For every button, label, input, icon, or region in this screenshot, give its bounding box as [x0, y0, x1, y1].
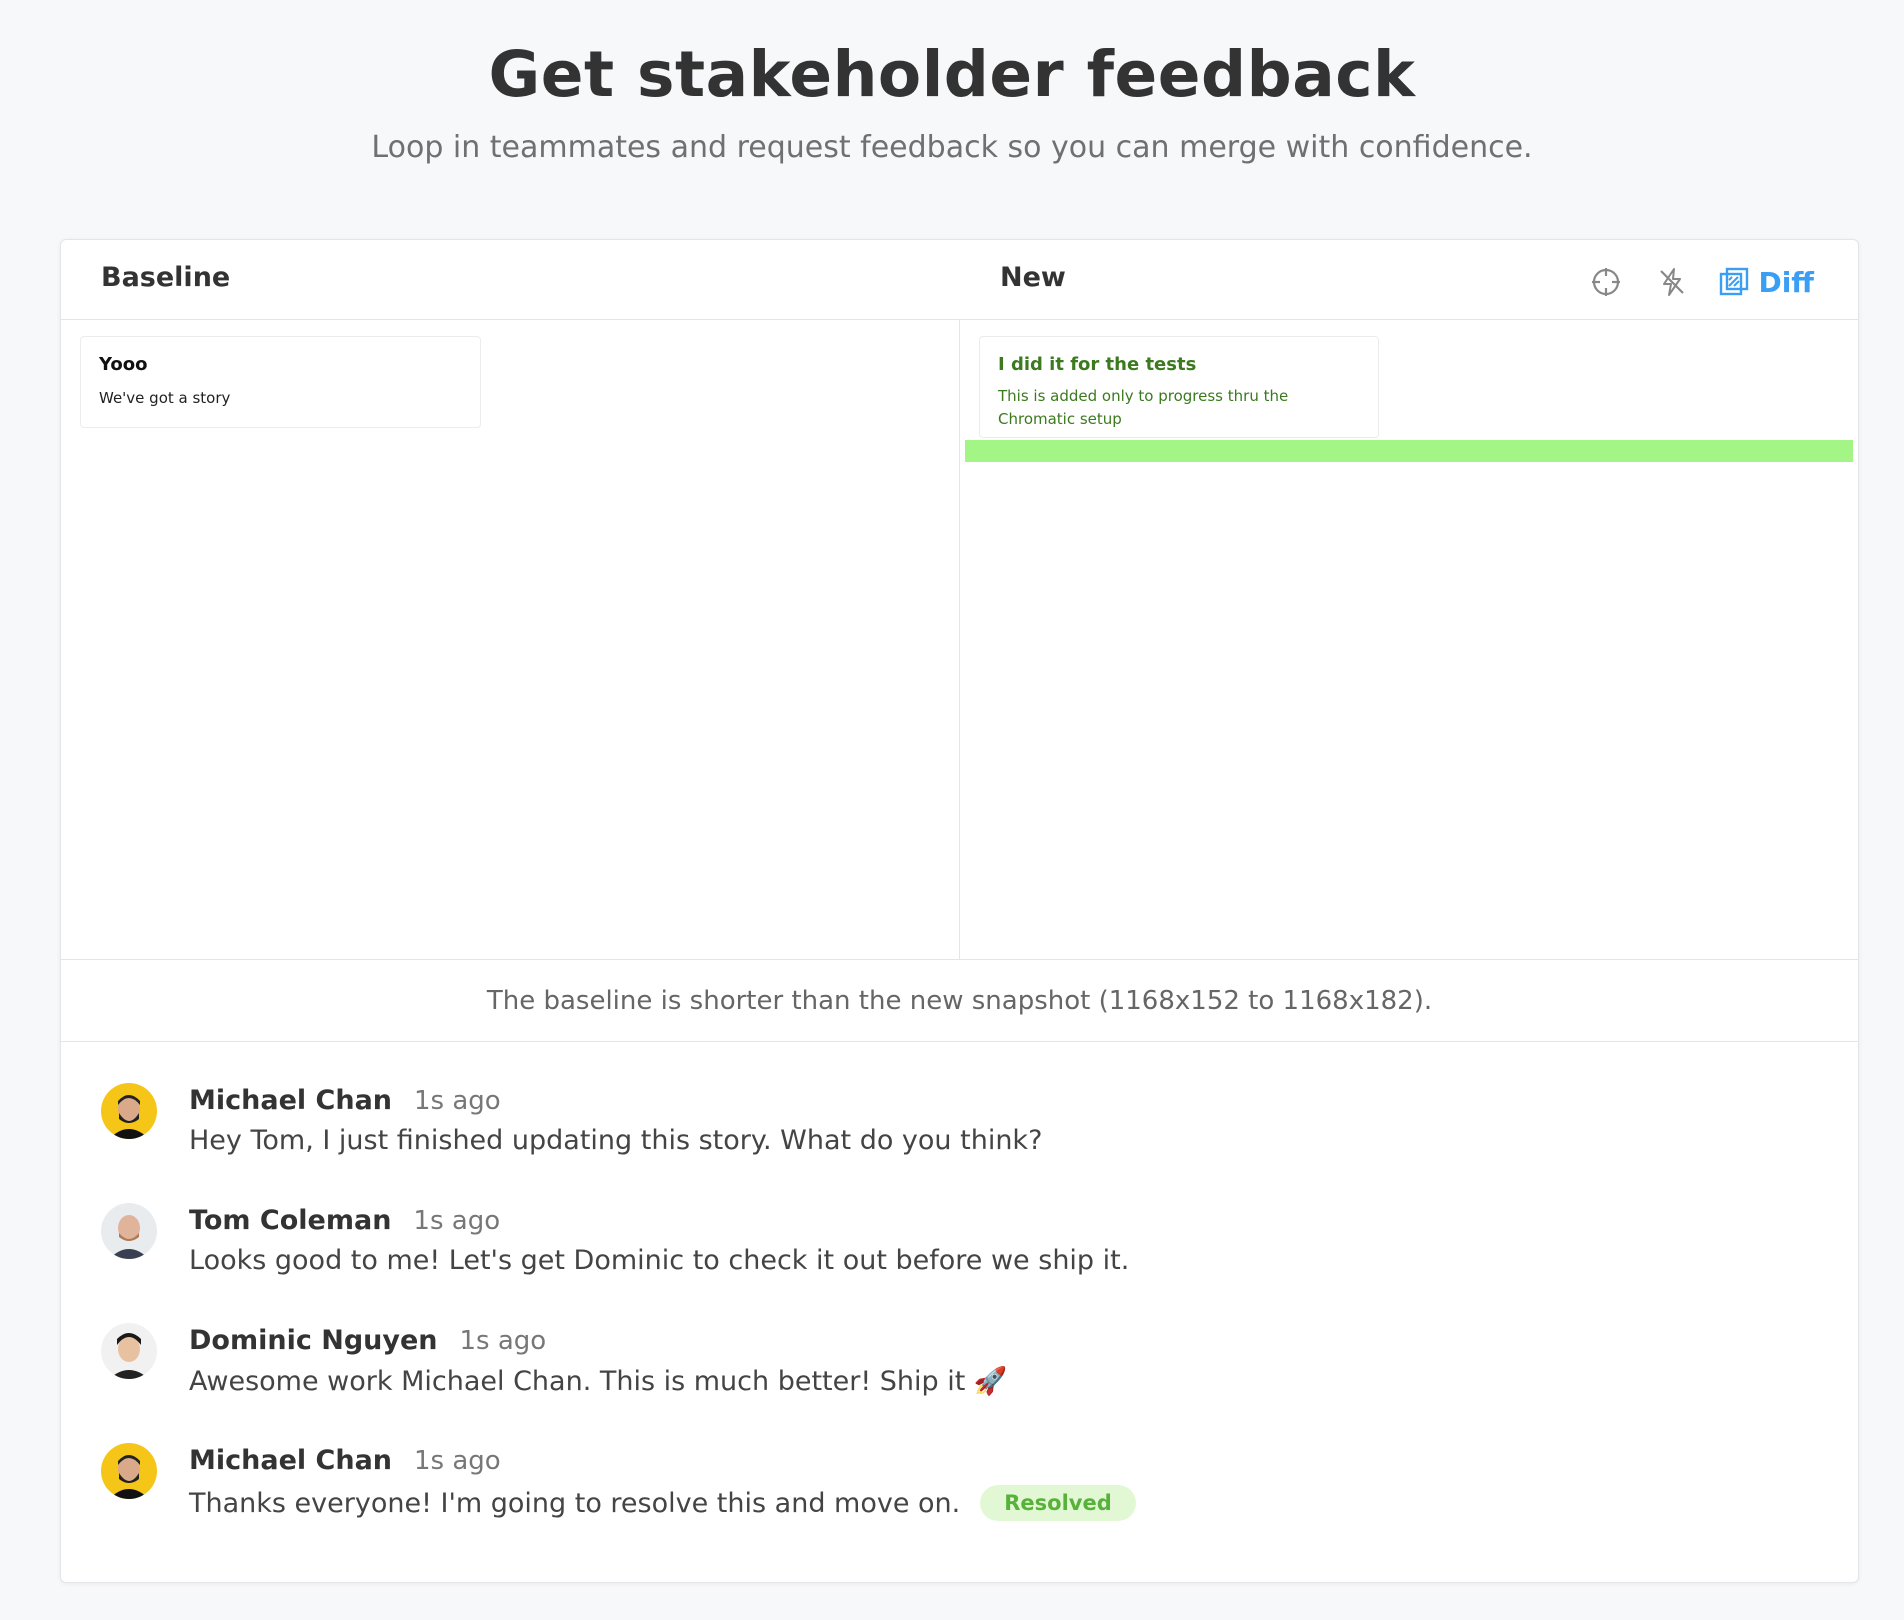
comment-item: Michael Chan 1s ago Hey Tom, I just fini… — [101, 1083, 1801, 1203]
page-title: Get stakeholder feedback — [488, 38, 1416, 111]
baseline-label: Baseline — [101, 262, 231, 293]
toolbar: Diff — [1586, 262, 1814, 302]
review-header: Baseline New Diff — [61, 240, 1858, 320]
page-subtitle: Loop in teammates and request feedback s… — [371, 130, 1533, 165]
size-note: The baseline is shorter than the new sna… — [61, 961, 1858, 1042]
strobe-off-icon — [1660, 268, 1685, 296]
strobe-button[interactable] — [1652, 262, 1692, 302]
comment-text: Hey Tom, I just finished updating this s… — [189, 1125, 1043, 1156]
comment-author[interactable]: Dominic Nguyen — [189, 1325, 438, 1356]
comment-time: 1s ago — [414, 1446, 501, 1476]
diff-highlight — [965, 440, 1853, 462]
diff-button[interactable]: Diff — [1718, 266, 1814, 299]
comment-text: Thanks everyone! I'm going to resolve th… — [189, 1487, 961, 1519]
new-story-title: I did it for the tests — [998, 354, 1197, 375]
review-card: Baseline New Diff Yooo We've got a story… — [60, 239, 1859, 1583]
comment-thread: Michael Chan 1s ago Hey Tom, I just fini… — [101, 1083, 1801, 1563]
comment-text: Awesome work Michael Chan. This is much … — [189, 1366, 1008, 1397]
comment-item: Michael Chan 1s ago Thanks everyone! I'm… — [101, 1443, 1801, 1563]
comment-item: Dominic Nguyen 1s ago Awesome work Micha… — [101, 1323, 1801, 1443]
comment-text: Looks good to me! Let's get Dominic to c… — [189, 1245, 1130, 1276]
snapshot-panes: Yooo We've got a story I did it for the … — [61, 320, 1858, 960]
michael-chan-avatar — [101, 1443, 157, 1499]
comment-author[interactable]: Tom Coleman — [189, 1205, 391, 1236]
baseline-story-body: We've got a story — [99, 389, 231, 407]
comment-time: 1s ago — [414, 1086, 501, 1116]
crosshair-icon — [1592, 268, 1621, 296]
michael-chan-avatar — [101, 1083, 157, 1139]
resolved-badge: Resolved — [980, 1485, 1136, 1521]
new-label: New — [1000, 262, 1066, 293]
comment-item: Tom Coleman 1s ago Looks good to me! Let… — [101, 1203, 1801, 1323]
new-story-body: This is added only to progress thru the … — [998, 387, 1289, 428]
comment-author[interactable]: Michael Chan — [189, 1085, 392, 1116]
tom-coleman-avatar — [101, 1203, 157, 1259]
crosshair-button[interactable] — [1586, 262, 1626, 302]
comment-time: 1s ago — [413, 1206, 501, 1236]
diff-label: Diff — [1758, 265, 1814, 299]
new-pane[interactable]: I did it for the tests This is added onl… — [960, 320, 1858, 960]
dominic-nguyen-avatar — [101, 1323, 157, 1379]
new-story-card: I did it for the tests This is added onl… — [979, 336, 1379, 438]
comment-author[interactable]: Michael Chan — [189, 1445, 392, 1476]
baseline-story-card: Yooo We've got a story — [80, 336, 481, 428]
baseline-pane[interactable]: Yooo We've got a story — [61, 320, 960, 960]
comment-time: 1s ago — [459, 1326, 547, 1356]
diff-layers-icon — [1720, 267, 1749, 296]
baseline-story-title: Yooo — [99, 354, 148, 375]
